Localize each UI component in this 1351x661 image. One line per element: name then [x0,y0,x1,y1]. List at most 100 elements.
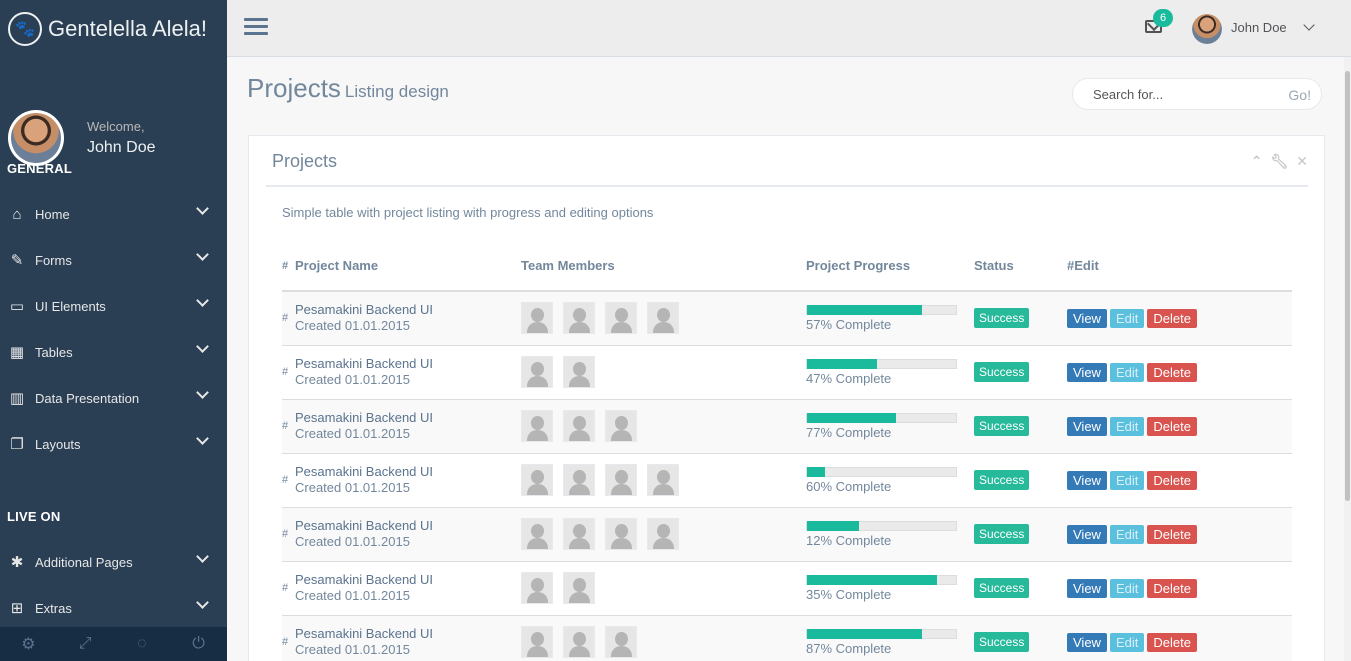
fullscreen-icon[interactable]: ⤢ [57,627,114,661]
chevron-down-icon[interactable] [1303,19,1315,31]
status-badge[interactable]: Success [974,632,1030,653]
brand[interactable]: 🐾 Gentelella Alela! [0,0,227,57]
project-name-link[interactable]: Pesamakini Backend UI [295,356,521,372]
table-row: # Pesamakini Backend UI Created 01.01.2015… [282,452,1292,507]
chevron-down-icon [196,294,209,307]
delete-button[interactable]: Delete [1147,362,1197,382]
team-member-avatar[interactable] [605,626,637,659]
row-hash: # [282,560,295,615]
wrench-icon[interactable]: 🔧︎ [1270,153,1288,170]
team-member-avatar[interactable] [521,572,553,604]
team-member-avatar[interactable] [605,518,637,550]
delete-button[interactable]: Delete [1147,578,1197,598]
team-member-avatar[interactable] [563,356,595,388]
team-member-avatar[interactable] [647,464,679,496]
view-button[interactable]: View [1067,578,1107,598]
progress-label: 87% Complete [806,640,892,656]
project-name-link[interactable]: Pesamakini Backend UI [295,572,521,588]
sidebar-item-ui-elements[interactable]: ▭ UI Elements [0,283,227,329]
project-name-link[interactable]: Pesamakini Backend UI [295,626,521,642]
edit-button[interactable]: Edit [1109,578,1145,598]
home-icon: ⌂ [12,205,22,223]
go-button[interactable]: Go! [1288,87,1311,103]
sidebar-item-layouts[interactable]: ❐ Layouts [0,421,227,467]
status-badge[interactable]: Success [974,416,1030,436]
user-menu[interactable]: John Doe [1231,20,1287,35]
eye-slash-icon[interactable]: ◌ [114,627,171,661]
team-member-avatar[interactable] [563,464,595,496]
sidebar-item-tables[interactable]: ▦ Tables [0,329,227,375]
team-member-avatar[interactable] [521,626,553,659]
status-badge[interactable]: Success [974,362,1030,382]
close-icon[interactable]: ✕ [1296,153,1308,170]
delete-button[interactable]: Delete [1147,524,1197,544]
delete-button[interactable]: Delete [1147,470,1197,490]
search-input[interactable] [1093,87,1253,102]
team-member-avatar[interactable] [521,410,553,442]
view-button[interactable]: View [1067,470,1107,490]
sidebar-item-forms[interactable]: ✎ Forms [0,237,227,283]
welcome-text: Welcome, [87,119,145,134]
project-name-link[interactable]: Pesamakini Backend UI [295,464,521,480]
team-members [521,290,806,345]
menu-toggle-icon[interactable] [244,18,268,36]
team-member-avatar[interactable] [563,572,595,604]
edit-button[interactable]: Edit [1109,362,1145,382]
team-members [521,452,806,507]
sidebar-item-home[interactable]: ⌂ Home [0,191,227,237]
sidebar-item-data-presentation[interactable]: ▥ Data Presentation [0,375,227,421]
team-member-avatar[interactable] [521,464,553,496]
team-member-avatar[interactable] [563,302,595,335]
chevron-up-icon[interactable]: ⌃ [1251,153,1263,170]
view-button[interactable]: View [1067,524,1107,544]
team-member-avatar[interactable] [647,518,679,550]
sidebar-item-label: Additional Pages [35,554,133,570]
progress-bar [806,412,957,423]
delete-button[interactable]: Delete [1147,416,1197,436]
panel-tools: ⌃ 🔧︎ ✕ [1251,153,1308,170]
avatar[interactable] [1192,14,1222,44]
projects-table: # Project Name Team Members Project Prog… [282,241,1292,661]
edit-button[interactable]: Edit [1109,416,1145,436]
team-member-avatar[interactable] [647,302,679,335]
progress-fill [807,412,897,423]
team-member-avatar[interactable] [521,356,553,388]
project-name-link[interactable]: Pesamakini Backend UI [295,302,521,318]
status-badge[interactable]: Success [974,524,1030,544]
team-member-avatar[interactable] [605,464,637,496]
view-button[interactable]: View [1067,308,1107,328]
team-member-avatar[interactable] [605,410,637,442]
sidebar-item-additional-pages[interactable]: ✱ Additional Pages [0,539,227,585]
status-badge[interactable]: Success [974,470,1030,490]
edit-button[interactable]: Edit [1109,632,1145,652]
team-member-avatar[interactable] [521,518,553,550]
progress-fill [807,574,937,585]
team-member-avatar[interactable] [521,302,553,335]
progress-fill [807,304,922,315]
project-name-link[interactable]: Pesamakini Backend UI [295,518,521,534]
delete-button[interactable]: Delete [1147,632,1197,652]
team-member-avatar[interactable] [563,626,595,659]
view-button[interactable]: View [1067,362,1107,382]
edit-button[interactable]: Edit [1109,308,1145,328]
top-nav: 6 John Doe [227,0,1351,57]
edit-button[interactable]: Edit [1109,524,1145,544]
status-badge[interactable]: Success [974,308,1030,329]
team-member-avatar[interactable] [563,518,595,550]
sidebar-item-label: UI Elements [35,298,106,314]
team-member-avatar[interactable] [605,302,637,335]
scrollbar[interactable] [1344,57,1351,661]
view-button[interactable]: View [1067,416,1107,436]
row-hash: # [282,344,295,399]
project-name-link[interactable]: Pesamakini Backend UI [295,410,521,426]
project-created: Created 01.01.2015 [295,480,410,495]
delete-button[interactable]: Delete [1147,308,1197,328]
power-icon[interactable]: ⏻ [170,627,227,661]
progress-fill [807,466,825,477]
status-badge[interactable]: Success [974,578,1030,598]
team-member-avatar[interactable] [563,410,595,442]
sidebar-item-extras[interactable]: ⊞ Extras [0,585,227,631]
view-button[interactable]: View [1067,632,1107,652]
edit-button[interactable]: Edit [1109,470,1145,490]
settings-icon[interactable]: ⚙ [0,627,57,661]
